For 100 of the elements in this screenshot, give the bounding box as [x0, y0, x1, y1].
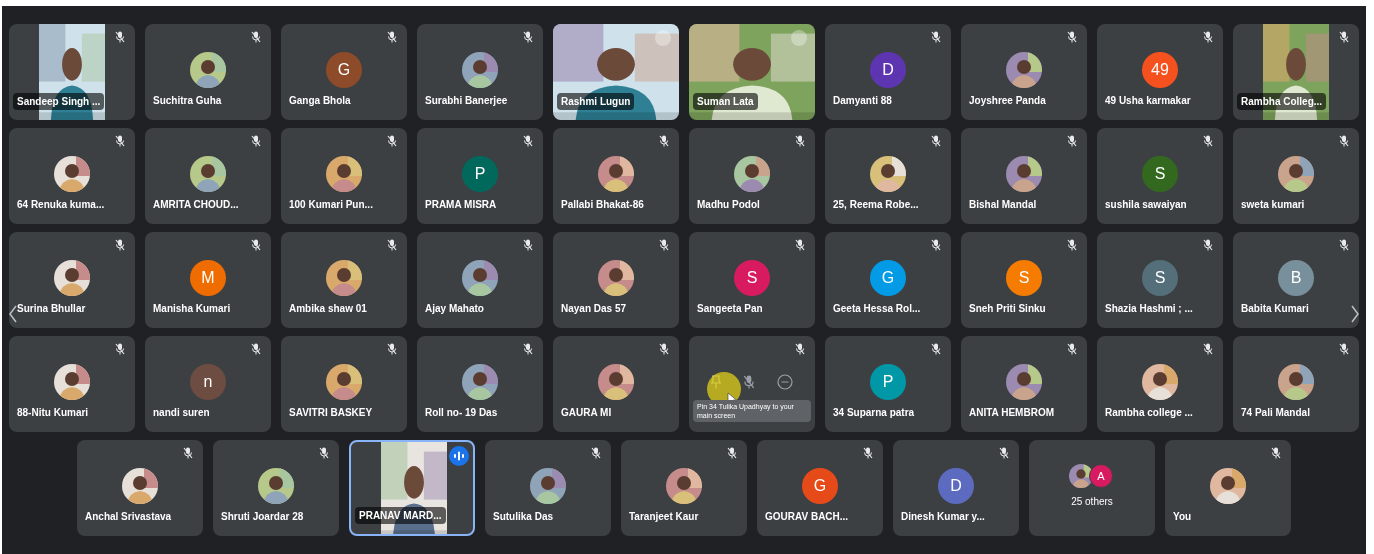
- letter-avatar: S: [734, 260, 770, 296]
- participant-tile[interactable]: Rambha college ...: [1097, 336, 1223, 432]
- letter-avatar: M: [190, 260, 226, 296]
- participant-tile[interactable]: 74 Pali Mandal: [1233, 336, 1359, 432]
- participant-tile[interactable]: Nayan Das 57: [553, 232, 679, 328]
- participant-name: sushila sawaiyan: [1105, 198, 1187, 212]
- participant-tile[interactable]: B Babita Kumari: [1233, 232, 1359, 328]
- participant-tile[interactable]: 49 49 Usha karmakar: [1097, 24, 1223, 120]
- participant-tile[interactable]: G Geeta Hessa Rol...: [825, 232, 951, 328]
- participant-name: Nayan Das 57: [561, 302, 627, 316]
- participant-name: Sutulika Das: [493, 510, 554, 524]
- participant-name: Madhu Podol: [697, 198, 760, 212]
- participant-name: Ganga Bhola: [289, 94, 351, 108]
- participant-name: Taranjeet Kaur: [629, 510, 699, 524]
- participant-tile[interactable]: S sushila sawaiyan: [1097, 128, 1223, 224]
- participant-tile[interactable]: P 34 Suparna patra: [825, 336, 951, 432]
- participant-name: Pallabi Bhakat-86: [561, 198, 644, 212]
- participant-tile[interactable]: You: [1165, 440, 1291, 536]
- participant-tile[interactable]: sweta kumari: [1233, 128, 1359, 224]
- participant-tile[interactable]: Madhu Podol: [689, 128, 815, 224]
- participant-name: Shazia Hashmi ; ...: [1105, 302, 1193, 316]
- participant-tile[interactable]: Rambha Colleg...: [1233, 24, 1359, 120]
- participant-tile[interactable]: 88-Nitu Kumari: [9, 336, 135, 432]
- previous-icon[interactable]: [8, 304, 18, 324]
- participant-name: 64 Renuka kuma...: [17, 198, 105, 212]
- participant-name: Manisha Kumari: [153, 302, 231, 316]
- letter-avatar: D: [870, 52, 906, 88]
- participant-name: Suchitra Guha: [153, 94, 222, 108]
- letter-avatar: S: [1142, 156, 1178, 192]
- participant-name: Ambika shaw 01: [289, 302, 367, 316]
- participant-tile[interactable]: 64 Renuka kuma...: [9, 128, 135, 224]
- letter-avatar: G: [870, 260, 906, 296]
- participant-tile[interactable]: S Sneh Priti Sinku: [961, 232, 1087, 328]
- participant-tile[interactable]: P PRAMA MISRA: [417, 128, 543, 224]
- participant-tile[interactable]: Anchal Srivastava: [77, 440, 203, 536]
- participant-tile[interactable]: PRANAV MARD...: [349, 440, 475, 536]
- participant-tile[interactable]: Joyshree Panda: [961, 24, 1087, 120]
- letter-avatar: G: [326, 52, 362, 88]
- participant-name: 100 Kumari Pun...: [289, 198, 373, 212]
- participant-name: Surina Bhullar: [17, 302, 86, 316]
- participant-tile[interactable]: M Manisha Kumari: [145, 232, 271, 328]
- participant-name: Rambha Colleg...: [1237, 93, 1327, 110]
- participant-tile[interactable]: n nandi suren: [145, 336, 271, 432]
- participant-tile[interactable]: Surabhi Banerjee: [417, 24, 543, 120]
- participant-name: Geeta Hessa Rol...: [833, 302, 921, 316]
- participant-tile[interactable]: 100 Kumari Pun...: [281, 128, 407, 224]
- participant-name: Surabhi Banerjee: [425, 94, 508, 108]
- participant-name: GOURAV BACH...: [765, 510, 849, 524]
- letter-avatar: D: [938, 468, 974, 504]
- participant-name: Babita Kumari: [1241, 302, 1309, 316]
- participant-tile[interactable]: Sutulika Das: [485, 440, 611, 536]
- participant-name: 34 Suparna patra: [833, 406, 915, 420]
- letter-avatar: P: [462, 156, 498, 192]
- participant-tile[interactable]: Suchitra Guha: [145, 24, 271, 120]
- letter-avatar: A: [1089, 464, 1113, 488]
- participant-tile[interactable]: Pallabi Bhakat-86: [553, 128, 679, 224]
- participant-name: PRANAV MARD...: [355, 507, 446, 524]
- participant-name: Sangeeta Pan: [697, 302, 763, 316]
- participant-name: nandi suren: [153, 406, 210, 420]
- participant-name: 25, Reema Robe...: [833, 198, 919, 212]
- letter-avatar: P: [870, 364, 906, 400]
- letter-avatar: G: [802, 468, 838, 504]
- participant-tile[interactable]: GAURA MI: [553, 336, 679, 432]
- others-count: 25 others: [1070, 495, 1114, 509]
- participant-name: sweta kumari: [1241, 198, 1305, 212]
- participant-tile[interactable]: Bishal Mandal: [961, 128, 1087, 224]
- letter-avatar: 49: [1142, 52, 1178, 88]
- participant-name: Rashmi Lugun: [557, 93, 635, 110]
- participant-tile[interactable]: Ajay Mahato: [417, 232, 543, 328]
- participant-tile[interactable]: Shruti Joardar 28: [213, 440, 339, 536]
- participant-name: 74 Pali Mandal: [1241, 406, 1310, 420]
- participant-tile[interactable]: Rashmi Lugun: [553, 24, 679, 120]
- participant-name: Rambha college ...: [1105, 406, 1193, 420]
- participant-name: SAVITRI BASKEY: [289, 406, 373, 420]
- participant-tile[interactable]: Suman Lata: [689, 24, 815, 120]
- participant-tile[interactable]: G GOURAV BACH...: [757, 440, 883, 536]
- participant-tile[interactable]: SAVITRI BASKEY: [281, 336, 407, 432]
- participant-name: Damyanti 88: [833, 94, 892, 108]
- next-icon[interactable]: [1350, 304, 1360, 324]
- participant-tile[interactable]: Ambika shaw 01: [281, 232, 407, 328]
- participant-tile[interactable]: ANITA HEMBROM: [961, 336, 1087, 432]
- letter-avatar: B: [1278, 260, 1314, 296]
- letter-avatar: S: [1006, 260, 1042, 296]
- participant-tile[interactable]: A 25 others: [1029, 440, 1155, 536]
- participant-tile[interactable]: Surina Bhullar: [9, 232, 135, 328]
- participant-tile[interactable]: S Shazia Hashmi ; ...: [1097, 232, 1223, 328]
- participant-name: 49 Usha karmakar: [1105, 94, 1191, 108]
- participant-tile[interactable]: D Damyanti 88: [825, 24, 951, 120]
- remove-icon[interactable]: [777, 374, 793, 390]
- participant-tile[interactable]: S Sangeeta Pan: [689, 232, 815, 328]
- participant-tile[interactable]: AMRITA CHOUD...: [145, 128, 271, 224]
- participant-tile[interactable]: G Ganga Bhola: [281, 24, 407, 120]
- mic-off-icon[interactable]: [743, 375, 755, 389]
- participant-name: Joyshree Panda: [969, 94, 1046, 108]
- participant-tile[interactable]: Roll no- 19 Das: [417, 336, 543, 432]
- participant-tile[interactable]: Sandeep Singh ...: [9, 24, 135, 120]
- participant-name: Dinesh Kumar y...: [901, 510, 985, 524]
- participant-tile[interactable]: Taranjeet Kaur: [621, 440, 747, 536]
- participant-tile[interactable]: 25, Reema Robe...: [825, 128, 951, 224]
- participant-tile[interactable]: D Dinesh Kumar y...: [893, 440, 1019, 536]
